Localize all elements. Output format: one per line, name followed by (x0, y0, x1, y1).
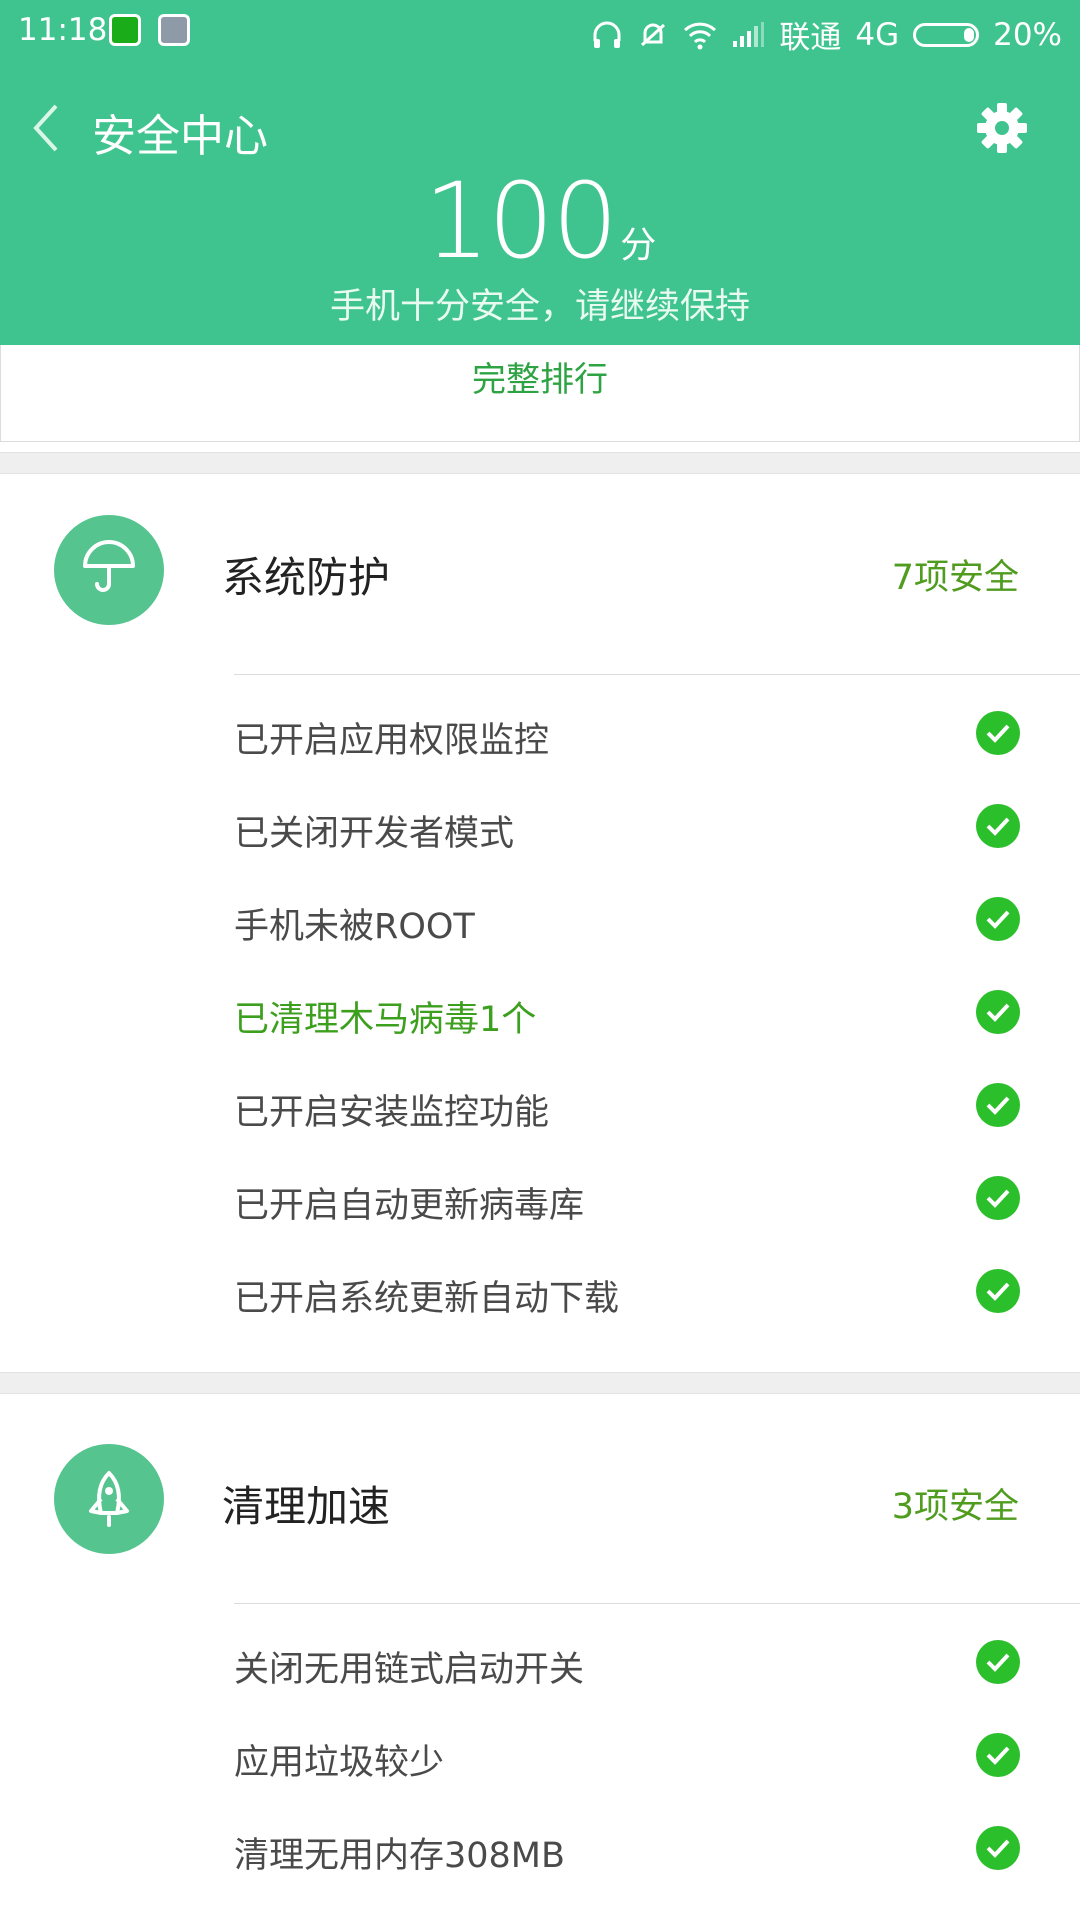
item-label: 清理无用内存308MB (234, 1836, 566, 1876)
item-label: 已开启应用权限监控 (234, 721, 550, 761)
item-label: 已开启系统更新自动下载 (234, 1279, 620, 1319)
settings-button[interactable] (974, 100, 1030, 156)
item-label: 已开启安装监控功能 (234, 1093, 550, 1133)
status-bar: 11:18 联通 4G 20% (0, 0, 1080, 62)
section-title: 清理加速 (222, 1482, 391, 1531)
section-count: 7项安全 (891, 558, 1019, 598)
wifi-icon (684, 22, 717, 49)
item-label: 关闭无用链式启动开关 (234, 1650, 585, 1690)
headphones-icon (593, 21, 621, 48)
list-item: 关闭无用链式启动开关 (234, 1633, 1034, 1693)
item-label: 已清理木马病毒1个 (234, 1000, 537, 1040)
section-separator (0, 452, 1080, 474)
mute-bell-icon (641, 23, 666, 46)
full-ranking-link[interactable]: 完整排行 (0, 345, 1080, 442)
list-item: 已开启安装监控功能 (234, 1076, 1034, 1136)
section-separator (0, 1372, 1080, 1394)
item-label: 已关闭开发者模式 (234, 814, 515, 854)
list-item: 已关闭开发者模式 (234, 797, 1034, 857)
list-item: 清理无用内存308MB (234, 1819, 1034, 1879)
check-icon (976, 711, 1020, 755)
rocket-icon (54, 1444, 164, 1554)
wechat-notification-icon (109, 14, 141, 46)
network-type: 4G (855, 16, 900, 53)
app-notification-icon (158, 14, 190, 46)
check-icon (976, 1733, 1020, 1777)
check-icon (976, 1826, 1020, 1870)
list-item: 应用垃圾较少 (234, 1726, 1034, 1786)
status-time: 11:18 (18, 12, 108, 48)
divider (234, 674, 1080, 675)
battery-icon (913, 22, 980, 47)
header: 11:18 联通 4G 20% 安全中心 100 分 手机十分安全，请继续保持 (0, 0, 1080, 345)
back-arrow-icon (33, 104, 58, 152)
back-button[interactable] (28, 100, 68, 156)
list-item: 已开启自动更新病毒库 (234, 1169, 1034, 1229)
section-title: 系统防护 (222, 553, 391, 602)
page-title: 安全中心 (92, 111, 268, 162)
list-item: 已开启系统更新自动下载 (234, 1262, 1034, 1322)
check-icon (976, 1269, 1020, 1313)
battery-percent: 20% (993, 16, 1062, 53)
signal-icon (733, 21, 765, 47)
security-score: 100 分 (0, 160, 1080, 282)
score-unit: 分 (620, 225, 657, 266)
list-item: 手机未被ROOT (234, 890, 1034, 950)
check-icon (976, 1176, 1020, 1220)
item-label: 手机未被ROOT (234, 907, 475, 947)
check-icon (976, 1083, 1020, 1127)
gear-icon (977, 103, 1027, 153)
score-value: 100 (423, 160, 619, 282)
check-icon (976, 1640, 1020, 1684)
check-icon (976, 990, 1020, 1034)
umbrella-icon (54, 515, 164, 625)
section-count: 3项安全 (891, 1487, 1019, 1527)
divider (234, 1603, 1080, 1604)
score-subtitle: 手机十分安全，请继续保持 (329, 287, 750, 327)
list-item: 已开启应用权限监控 (234, 704, 1034, 764)
list-item: 已清理木马病毒1个 (234, 983, 1034, 1043)
carrier-name: 联通 (779, 20, 842, 56)
item-label: 应用垃圾较少 (234, 1743, 445, 1783)
item-label: 已开启自动更新病毒库 (234, 1186, 585, 1226)
check-icon (976, 804, 1020, 848)
check-icon (976, 897, 1020, 941)
